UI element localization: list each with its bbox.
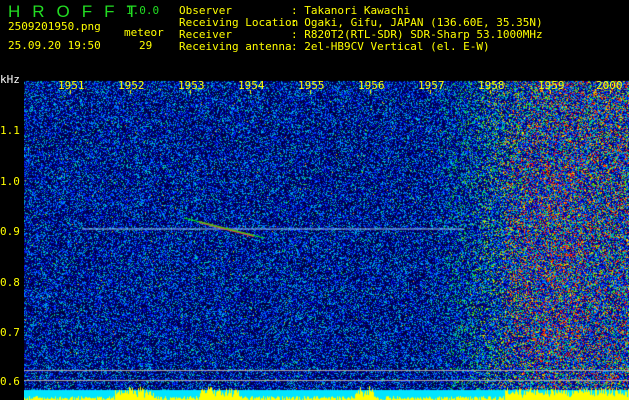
x-tick: 1957 bbox=[418, 79, 445, 92]
x-tick: 1955 bbox=[298, 79, 325, 92]
y-tick: 0.6 bbox=[0, 375, 20, 388]
x-tick: 1953 bbox=[178, 79, 205, 92]
info-label-antenna: Receiving antenna bbox=[179, 41, 292, 53]
y-tick: 0.8 bbox=[0, 276, 20, 289]
x-tick: 1956 bbox=[358, 79, 385, 92]
x-tick: 1951 bbox=[58, 79, 85, 92]
x-tick: 1952 bbox=[118, 79, 145, 92]
timestamp: 25.09.20 19:50 bbox=[8, 40, 101, 52]
app-version: 1.0.0 bbox=[126, 4, 159, 17]
y-unit: kHz bbox=[0, 73, 20, 86]
y-tick: 1.1 bbox=[0, 124, 20, 137]
y-tick: 0.9 bbox=[0, 225, 20, 238]
file-name: 2509201950.png bbox=[8, 21, 101, 33]
x-tick: 1954 bbox=[238, 79, 265, 92]
spectrogram bbox=[24, 78, 629, 400]
y-tick: 0.7 bbox=[0, 326, 20, 339]
x-tick: 2000 bbox=[596, 79, 623, 92]
info-value-antenna: : 2el-HB9CV Vertical (el. E-W) bbox=[291, 41, 490, 53]
x-tick: 1959 bbox=[538, 79, 565, 92]
x-tick: 1958 bbox=[478, 79, 505, 92]
meteor-count: 29 bbox=[139, 40, 152, 52]
y-tick: 1.0 bbox=[0, 175, 20, 188]
meteor-label: meteor bbox=[124, 27, 164, 39]
